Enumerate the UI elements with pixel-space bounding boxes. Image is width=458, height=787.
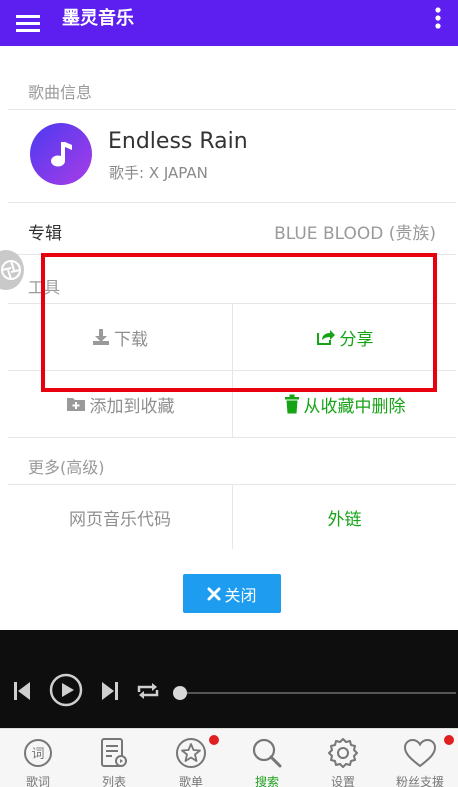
app-bar: 墨灵音乐 [0,0,458,46]
tab-fan-support[interactable]: 粉丝支援 [382,729,458,787]
external-link-label: 外链 [327,509,362,530]
previous-button[interactable] [10,678,34,704]
tab-label: 列表 [101,775,126,787]
play-button[interactable] [48,672,84,708]
close-button[interactable]: 关闭 [183,574,281,613]
skip-next-icon [102,682,118,700]
tab-label: 歌词 [25,775,50,787]
progress-knob[interactable] [173,686,187,700]
svg-text:词: 词 [31,747,44,762]
tab-label: 搜索 [254,775,279,787]
add-to-favorites-label: 添加到收藏 [89,396,175,417]
music-note-icon [51,142,72,167]
song-title: Endless Rain [108,129,248,154]
web-music-code-button[interactable]: 网页音乐代码 [8,485,232,549]
close-icon [207,587,221,600]
divider [8,202,456,203]
bottom-tab-bar: 词 歌词 列表 歌单 搜索 设置 粉丝支援 [0,728,458,787]
external-link-button[interactable]: 外链 [233,485,456,549]
tab-search[interactable]: 搜索 [229,729,305,787]
progress-track[interactable] [180,692,456,694]
lyrics-icon: 词 [24,739,52,767]
app-title: 墨灵音乐 [62,8,134,29]
notification-badge [209,735,219,745]
menu-button[interactable] [14,9,42,37]
divider [8,109,456,110]
web-music-code-label: 网页音乐代码 [69,509,171,530]
repeat-icon [137,683,159,699]
remove-from-favorites-label: 从收藏中删除 [303,396,406,417]
skip-previous-icon [14,682,30,700]
more-section-title: 更多(高级) [28,458,105,477]
album-value: BLUE BLOOD (贵族) [274,224,436,244]
repeat-button[interactable] [134,678,162,704]
tab-lyrics[interactable]: 词 歌词 [0,729,76,787]
highlight-annotation-box [41,253,437,392]
notification-badge [444,735,454,745]
tab-list[interactable]: 列表 [76,729,152,787]
tab-label: 设置 [330,775,355,787]
divider [232,485,233,549]
tab-playlist[interactable]: 歌单 [153,729,229,787]
gear-icon [328,738,358,768]
search-icon [252,738,282,768]
list-icon [101,738,127,767]
star-icon [176,738,206,768]
tab-label: 歌单 [178,775,203,787]
more-vert-icon [435,7,441,29]
tab-settings[interactable]: 设置 [305,729,381,787]
tab-label: 粉丝支援 [395,775,444,787]
overflow-menu-button[interactable] [428,4,448,32]
trash-icon [284,394,299,414]
folder-plus-icon [66,398,85,411]
song-artist: 歌手: X JAPAN [109,164,208,182]
album-label: 专辑 [28,224,62,244]
divider [8,437,456,438]
close-label: 关闭 [224,585,257,605]
aperture-icon [1,260,21,280]
hamburger-icon [16,15,40,32]
next-button[interactable] [98,678,122,704]
play-circle-icon [49,673,83,707]
heart-icon [403,738,437,768]
song-info-section-title: 歌曲信息 [28,83,93,102]
album-cover [30,123,92,185]
